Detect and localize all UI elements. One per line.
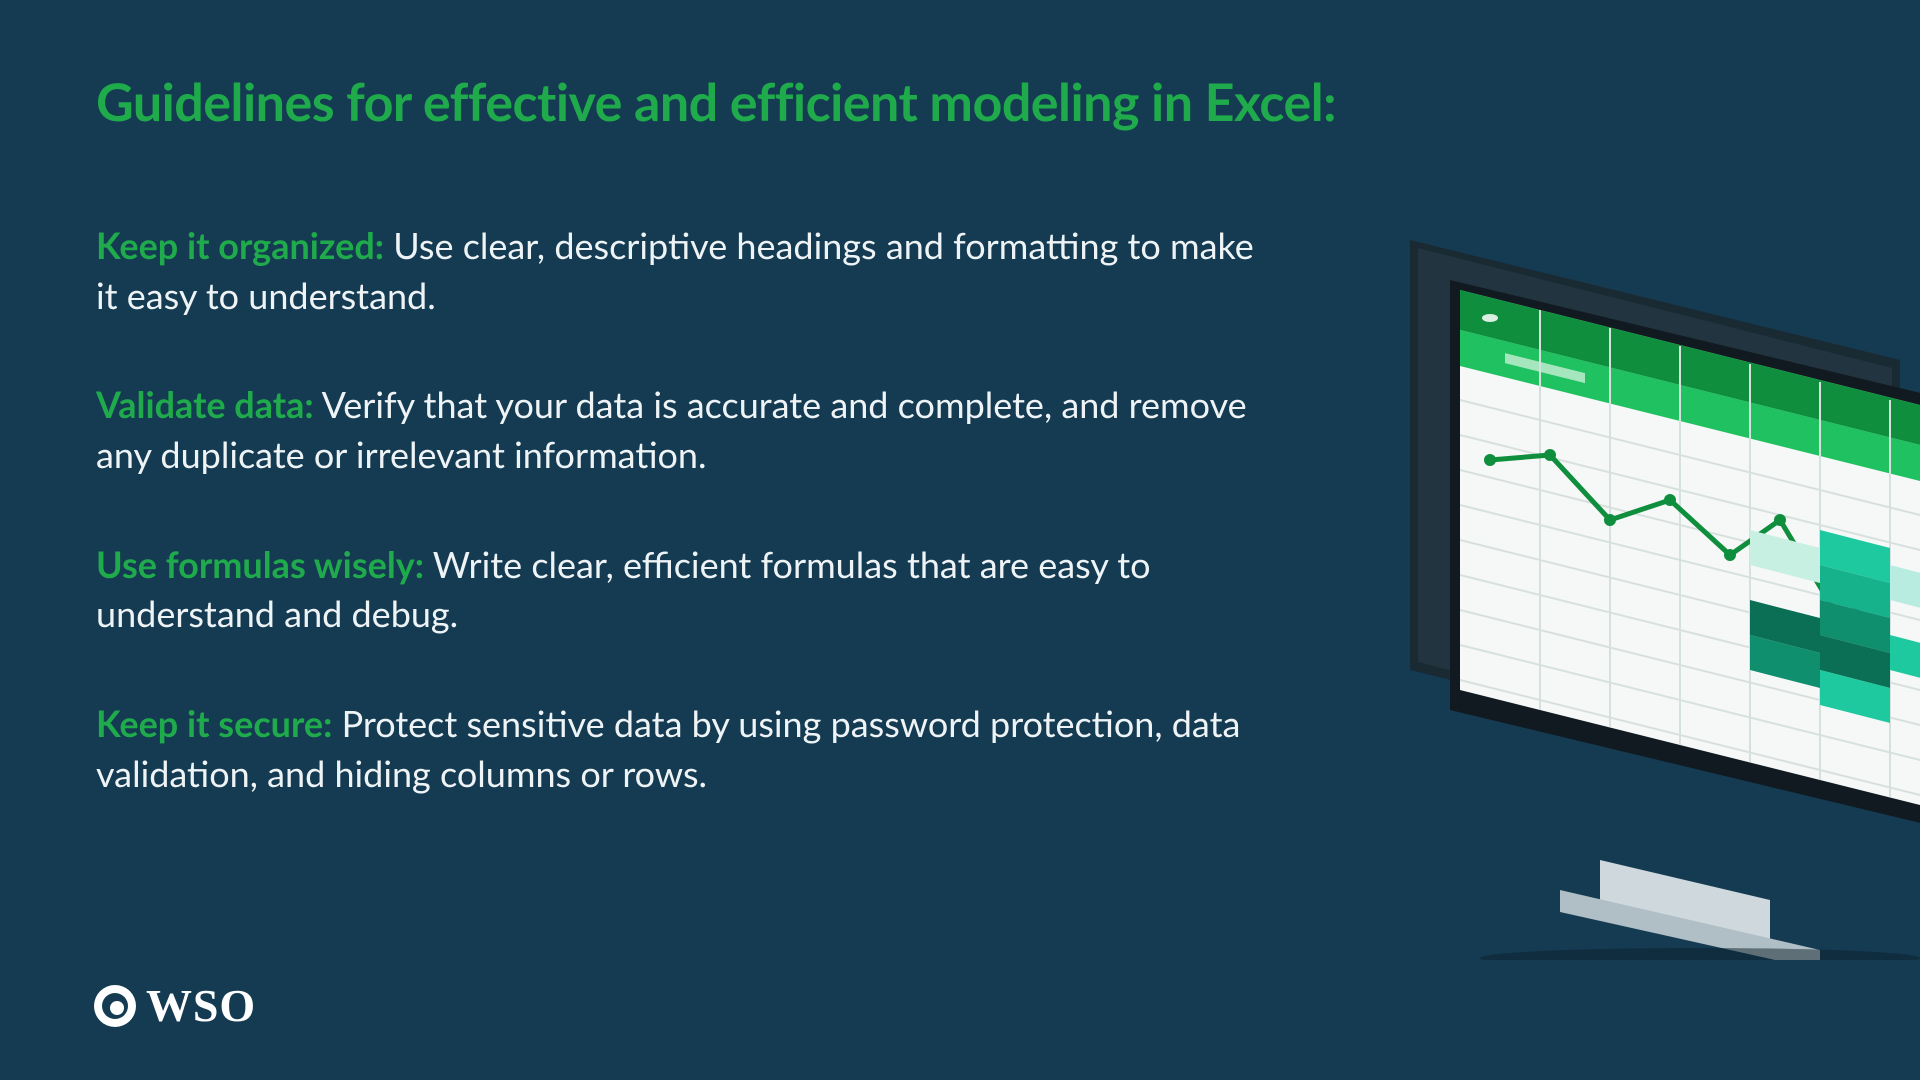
item-lead: Validate data: <box>96 382 314 426</box>
slide-title: Guidelines for effective and efficient m… <box>96 70 1830 135</box>
slide: Guidelines for effective and efficient m… <box>0 0 1920 1080</box>
item-lead: Use formulas wisely: <box>96 542 424 586</box>
list-item: Use formulas wisely: Write clear, effici… <box>96 540 1276 639</box>
bullet-list: Keep it organized: Use clear, descriptiv… <box>96 221 1276 798</box>
spreadsheet-illustration <box>1340 200 1920 960</box>
list-item: Keep it organized: Use clear, descriptiv… <box>96 221 1276 320</box>
item-lead: Keep it secure: <box>96 701 332 745</box>
globe-icon <box>94 985 136 1027</box>
item-lead: Keep it organized: <box>96 223 384 267</box>
list-item: Validate data: Verify that your data is … <box>96 380 1276 479</box>
brand-logo: WSO <box>94 979 256 1032</box>
list-item: Keep it secure: Protect sensitive data b… <box>96 699 1276 798</box>
brand-text: WSO <box>146 979 256 1032</box>
